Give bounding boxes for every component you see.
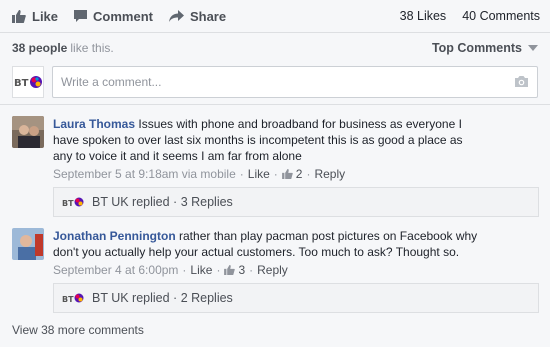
svg-text:BT: BT (62, 199, 74, 208)
bt-logo-icon: BT (62, 193, 84, 211)
bt-logo-icon: BT (62, 289, 84, 307)
comment-input[interactable]: Write a comment... (52, 66, 538, 98)
likes-count-link[interactable]: 38 Likes (400, 9, 447, 23)
comment-timestamp[interactable]: September 4 at 6:00pm (53, 262, 178, 278)
share-button[interactable]: Share (168, 8, 227, 24)
comment-body: Laura Thomas Issues with phone and broad… (53, 116, 483, 182)
view-more-comments-link[interactable]: View 38 more comments (12, 323, 144, 337)
thumbs-up-icon (281, 169, 293, 179)
like-label: Like (32, 8, 59, 24)
divider (0, 104, 550, 105)
like-this-text: like this. (70, 41, 114, 55)
svg-text:BT: BT (62, 295, 74, 304)
likes-summary: 38 people like this. Top Comments (0, 38, 550, 58)
comment-like-link[interactable]: Like (248, 166, 270, 182)
top-comments-dropdown[interactable]: Top Comments (432, 41, 538, 55)
like-count-value: 3 (238, 263, 246, 277)
comment-meta: September 4 at 6:00pm · Like · 3 · Reply (53, 262, 288, 278)
comment-meta: September 5 at 9:18am via mobile · Like … (53, 166, 346, 182)
action-bar: Like Comment Share 38 Likes 40 Comments (0, 0, 550, 32)
thumbs-up-icon (12, 9, 26, 23)
top-comments-label: Top Comments (431, 41, 522, 55)
share-arrow-icon (168, 10, 184, 22)
caret-down-icon (528, 45, 538, 51)
comment-reply-link[interactable]: Reply (257, 262, 288, 278)
engagement-counts: 38 Likes 40 Comments (384, 9, 540, 23)
comment-like-link[interactable]: Like (190, 262, 212, 278)
comment-author[interactable]: Jonathan Pennington (53, 229, 176, 243)
comment-button[interactable]: Comment (74, 9, 153, 24)
like-button[interactable]: Like (12, 9, 58, 24)
comment-bubble-icon (74, 10, 88, 22)
replies-toggle[interactable]: BT BT UK replied · 2 Replies (53, 283, 539, 313)
comment-item: Jonathan Pennington rather than play pac… (12, 228, 483, 278)
avatar[interactable] (12, 228, 44, 260)
comment-author[interactable]: Laura Thomas (53, 117, 135, 131)
bt-logo-avatar: BT (12, 66, 44, 98)
comment-input-placeholder: Write a comment... (61, 75, 162, 89)
people-link[interactable]: 38 people (12, 41, 67, 55)
comment-like-count[interactable]: 3 (224, 262, 245, 278)
camera-icon[interactable] (514, 75, 529, 88)
share-label: Share (189, 8, 227, 24)
replies-summary: BT UK replied · 3 Replies (92, 195, 233, 209)
replies-summary: BT UK replied · 2 Replies (92, 291, 233, 305)
comment-composer: BT Write a comment... (12, 66, 538, 98)
comment-reply-link[interactable]: Reply (314, 166, 345, 182)
avatar[interactable] (12, 116, 44, 148)
comment-label: Comment (93, 8, 153, 24)
comment-item: Laura Thomas Issues with phone and broad… (12, 116, 483, 182)
comment-like-count[interactable]: 2 (281, 166, 303, 182)
comment-timestamp[interactable]: September 5 at 9:18am via mobile (53, 166, 236, 182)
like-count-value: 2 (295, 167, 303, 181)
divider (0, 32, 550, 33)
thumbs-up-icon (224, 265, 236, 275)
comments-count-link[interactable]: 40 Comments (462, 9, 540, 23)
replies-toggle[interactable]: BT BT UK replied · 3 Replies (53, 187, 539, 217)
svg-text:BT: BT (14, 78, 29, 89)
comment-body: Jonathan Pennington rather than play pac… (53, 228, 483, 278)
